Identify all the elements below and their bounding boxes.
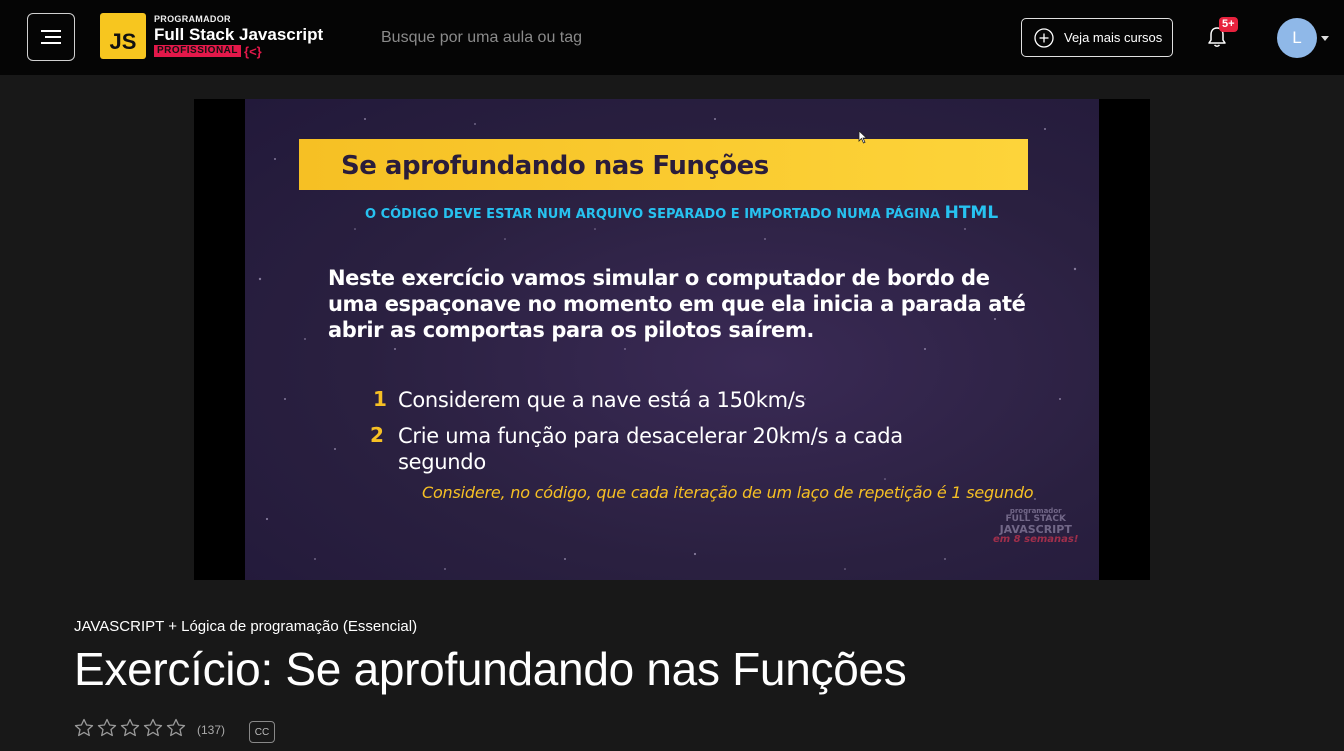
logo-big-text: Full Stack Javascript	[154, 24, 324, 44]
top-bar: JS PROGRAMADOR Full Stack Javascript PRO…	[0, 0, 1344, 75]
slide-paragraph: Neste exercício vamos simular o computad…	[328, 266, 1026, 342]
star-icon[interactable]	[74, 718, 94, 738]
slide-item-text: Considerem que a nave está a 150km/s	[398, 388, 806, 412]
rating-stars[interactable]	[74, 718, 186, 738]
slide-item-text: Crie uma função para desacelerar 20km/s …	[398, 424, 903, 474]
logo-brace: {<}	[244, 43, 262, 59]
video-slide: Se aprofundando nas Funções O CÓDIGO DEV…	[245, 99, 1099, 580]
logo-tag: PROFISSIONAL	[154, 45, 242, 57]
star-icon[interactable]	[143, 718, 163, 738]
plus-circle-icon	[1034, 27, 1054, 48]
menu-button[interactable]	[27, 13, 75, 61]
notification-badge: 5+	[1219, 17, 1238, 32]
more-courses-button[interactable]: Veja mais cursos	[1021, 18, 1173, 57]
more-courses-label: Veja mais cursos	[1064, 30, 1163, 45]
slide-item-number: 1	[373, 387, 387, 411]
lesson-title: Exercício: Se aprofundando nas Funções	[74, 643, 907, 695]
slide-subtitle: O CÓDIGO DEVE ESTAR NUM ARQUIVO SEPARADO…	[365, 203, 999, 223]
avatar[interactable]: L	[1277, 18, 1317, 58]
star-icon[interactable]	[120, 718, 140, 738]
hamburger-icon	[41, 30, 61, 44]
slide-title: Se aprofundando nas Funções	[341, 151, 769, 181]
course-name[interactable]: JAVASCRIPT + Lógica de programação (Esse…	[74, 618, 417, 635]
logo-small-text: PROGRAMADOR	[154, 13, 231, 24]
js-logo-badge: JS	[100, 13, 146, 59]
search-input[interactable]	[381, 26, 781, 50]
slide-note: Considere, no código, que cada iteração …	[422, 483, 1034, 502]
site-logo[interactable]: JS PROGRAMADOR Full Stack Javascript PRO…	[100, 12, 323, 60]
star-icon[interactable]	[97, 718, 117, 738]
closed-captions-badge[interactable]: CC	[249, 721, 275, 743]
slide-item-number: 2	[370, 423, 384, 447]
rating-count: (137)	[197, 723, 226, 737]
video-player[interactable]: Se aprofundando nas Funções O CÓDIGO DEV…	[194, 99, 1150, 580]
star-icon[interactable]	[166, 718, 186, 738]
chevron-down-icon[interactable]	[1321, 36, 1329, 41]
course-watermark-logo: programador FULL STACK JAVASCRIPT em 8 s…	[993, 507, 1079, 545]
mouse-cursor-icon	[858, 130, 868, 144]
